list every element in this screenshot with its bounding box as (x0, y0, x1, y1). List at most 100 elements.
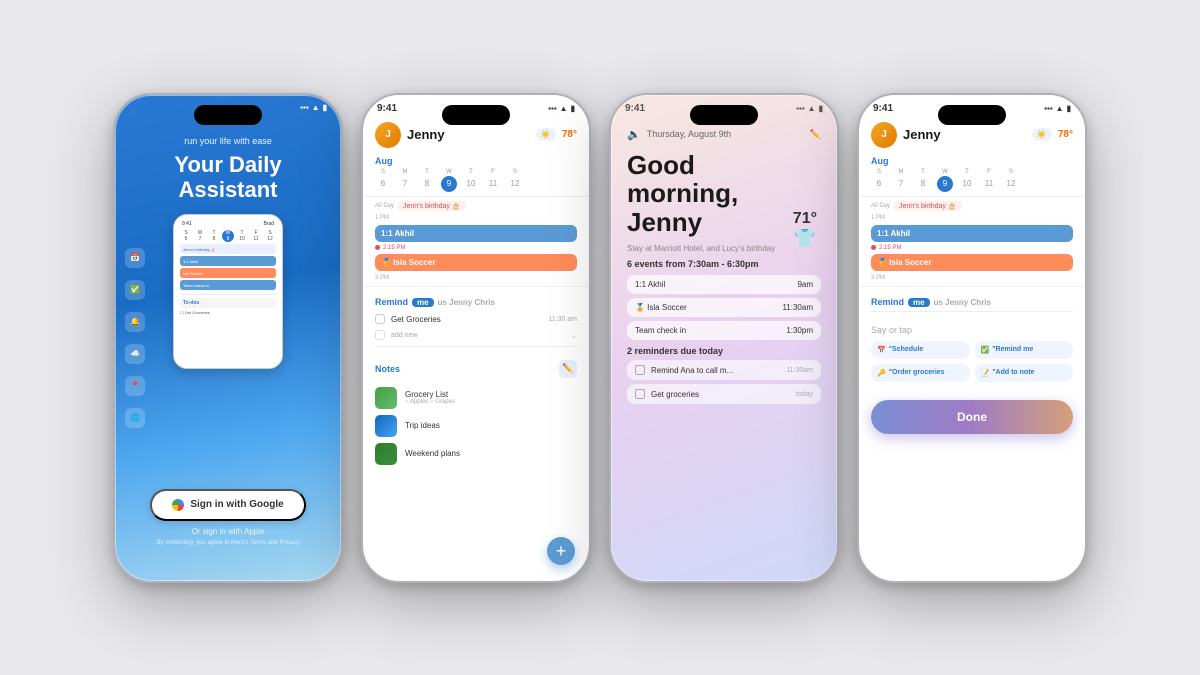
schedule-label: "Schedule (889, 346, 923, 353)
cal-day-12[interactable]: S12 (507, 169, 523, 192)
cal-days-2: S6 M7 T8 W9 T10 F11 S12 (375, 169, 577, 192)
reminder-text-1: Remind Ana to call m... (651, 366, 733, 375)
reminders-label-3: 2 reminders due today (627, 346, 821, 356)
event-card-checkin[interactable]: Team check in 1:30pm (627, 321, 821, 340)
signal-icon-4: ▪▪▪ (1044, 104, 1053, 113)
remind-me-badge[interactable]: me (412, 298, 434, 307)
notes-section-2: Notes ✏️ Grocery List ○ Apples ○ Grapes … (363, 354, 589, 472)
cal-day-11[interactable]: F11 (485, 169, 501, 192)
cal-day-9[interactable]: W9 (441, 169, 457, 192)
sign-in-google-button[interactable]: Sign in with Google (150, 489, 305, 521)
nav-notify[interactable]: 🔔 (125, 312, 145, 332)
cal-days-4: S6 M7 T8 W9 T10 F11 S12 (871, 169, 1073, 192)
nav-globe[interactable]: 🌐 (125, 408, 145, 428)
cal-day-4-10[interactable]: T10 (959, 169, 975, 192)
fab-button-2[interactable]: + (547, 537, 575, 565)
note-weekend[interactable]: Weekend plans (375, 440, 577, 468)
events-area-2: All Day Jenn's birthday 🎂 1 PM 1:1 Akhil… (363, 197, 589, 292)
remind-text: Get Groceries (391, 315, 441, 324)
action-remind[interactable]: ✅ "Remind me (975, 341, 1074, 359)
nav-calendar[interactable]: 📅 (125, 248, 145, 268)
status-icons-2: ▪▪▪ ▲ ▮ (548, 104, 575, 113)
phones-container: ▪▪▪ ▲ ▮ 📅 ✅ 🔔 ☁️ 📍 🌐 run your life with … (93, 73, 1107, 603)
cal-day-6[interactable]: S6 (375, 169, 391, 192)
nav-location[interactable]: 📍 (125, 376, 145, 396)
note-trip-title: Trip ideas (405, 421, 440, 430)
reminders-section-3: 2 reminders due today Remind Ana to call… (627, 346, 821, 404)
time-3pm: 3 PM (363, 273, 589, 283)
user-name-2: Jenny (407, 127, 530, 142)
add-new-label: add new (391, 332, 417, 339)
event-card-time-2: 11:30am (782, 303, 813, 312)
nav-tasks[interactable]: ✅ (125, 280, 145, 300)
checkbox-groceries[interactable] (375, 314, 385, 324)
cal-day-10[interactable]: T10 (463, 169, 479, 192)
cal-day-4-7[interactable]: M7 (893, 169, 909, 192)
cal-day-4-9[interactable]: W9 (937, 169, 953, 192)
remind-others: us Jenny Chris (438, 298, 495, 307)
nav-weather[interactable]: ☁️ (125, 344, 145, 364)
wifi-icon-3: ▲ (808, 104, 816, 113)
all-day-label-4: All Day (871, 203, 890, 209)
phone-1: ▪▪▪ ▲ ▮ 📅 ✅ 🔔 ☁️ 📍 🌐 run your life with … (113, 93, 343, 583)
event-card-soccer[interactable]: 🏅 Isla Soccer 11:30am (627, 298, 821, 317)
event-akhil-4[interactable]: 1:1 Akhil (871, 225, 1073, 242)
cal-month-2: Aug (375, 156, 577, 166)
cal-strip-4: Aug S6 M7 T8 W9 T10 F11 S12 (859, 152, 1085, 197)
remind-section-2: Remind me us Jenny Chris Get Groceries 1… (363, 291, 589, 354)
cal-day-8[interactable]: T8 (419, 169, 435, 192)
phone-3-content: 🔈 Thursday, August 9th ✏️ 71° 👕 Goodmorn… (611, 118, 837, 419)
wifi-icon-2: ▲ (560, 104, 568, 113)
weather-temp-3: 71° (793, 210, 817, 228)
status-icons-1: ▪▪▪ ▲ ▮ (300, 103, 327, 112)
reminder-check-1 (635, 365, 645, 375)
mini-user: Brad (263, 221, 274, 227)
reminder-card-2[interactable]: Get groceries today (627, 384, 821, 404)
notes-edit-icon[interactable]: ✏️ (559, 360, 577, 378)
event-card-akhil[interactable]: 1:1 Akhil 9am (627, 275, 821, 294)
phone-1-content: run your life with ease Your Daily Assis… (115, 116, 341, 562)
remind-label: Remind (375, 297, 408, 307)
cal-day-4-6[interactable]: S6 (871, 169, 887, 192)
dynamic-island-4 (938, 105, 1006, 125)
remind-others-4: us Jenny Chris (934, 298, 991, 307)
cal-day-4-8[interactable]: T8 (915, 169, 931, 192)
battery-icon-2: ▮ (571, 104, 575, 113)
action-order[interactable]: 🔑 "Order groceries (871, 364, 970, 382)
remind-header-4: Remind me us Jenny Chris (871, 297, 1073, 307)
event-soccer-4[interactable]: 🏅 Isla Soccer (871, 254, 1073, 271)
action-schedule[interactable]: 📅 "Schedule (871, 341, 970, 359)
event-card-label-2: 🏅 Isla Soccer (635, 303, 687, 312)
divider-4a (859, 286, 1085, 287)
birthday-event-4: Jenn's birthday 🎂 (894, 201, 962, 211)
fine-print: By continuing, you agree to Hero's Terms… (157, 540, 299, 546)
speaker-icon[interactable]: 🔈 (627, 128, 641, 141)
add-new-chevron: ⌄ (570, 331, 577, 340)
remind-section-4: Remind me us Jenny Chris (859, 291, 1085, 319)
event-akhil[interactable]: 1:1 Akhil (375, 225, 577, 242)
reminder-card-1[interactable]: Remind Ana to call m... 11:30am (627, 360, 821, 380)
event-soccer[interactable]: 🏅 Isla Soccer (375, 254, 577, 271)
battery-icon: ▮ (323, 103, 327, 112)
action-note[interactable]: 📝 "Add to note (975, 364, 1074, 382)
note-trip[interactable]: Trip ideas (375, 412, 577, 440)
battery-icon-3: ▮ (819, 104, 823, 113)
add-new-row[interactable]: add new ⌄ (375, 327, 577, 343)
battery-icon-4: ▮ (1067, 104, 1071, 113)
note-grocery[interactable]: Grocery List ○ Apples ○ Grapes (375, 384, 577, 412)
done-button[interactable]: Done (871, 400, 1073, 434)
signal-icon-3: ▪▪▪ (796, 104, 805, 113)
signal-icon-2: ▪▪▪ (548, 104, 557, 113)
remind-me-badge-4[interactable]: me (908, 298, 930, 307)
status-time-3: 9:41 (625, 103, 645, 114)
birthday-event: Jenn's birthday 🎂 (398, 201, 466, 211)
cal-day-4-12[interactable]: S12 (1003, 169, 1019, 192)
cal-day-7[interactable]: M7 (397, 169, 413, 192)
weather-badge-2: ☀️ (536, 128, 556, 141)
schedule-icon: 📅 (877, 346, 886, 354)
tagline: run your life with ease (184, 136, 272, 146)
user-name-4: Jenny (903, 127, 1026, 142)
edit-icon-3[interactable]: ✏️ (810, 129, 821, 140)
cal-day-4-11[interactable]: F11 (981, 169, 997, 192)
time-current-2: 2:15 PM (363, 244, 589, 252)
